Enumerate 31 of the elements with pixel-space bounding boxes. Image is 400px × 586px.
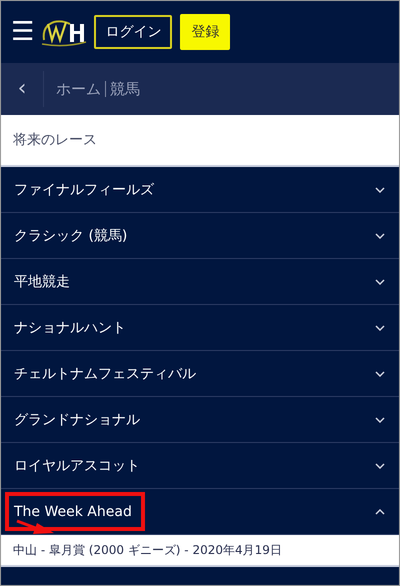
chevron-down-icon	[375, 278, 385, 284]
menu-icon[interactable]: ☰	[11, 19, 34, 45]
chevron-down-icon	[375, 324, 385, 330]
accordion-label: 平地競走	[14, 272, 70, 290]
chevron-down-icon	[375, 370, 385, 376]
accordion-row[interactable]: ファイナルフィールズ	[1, 167, 399, 213]
accordion-label: クラシック (競馬)	[14, 226, 128, 244]
accordion-row[interactable]: グランドナショナル	[1, 397, 399, 443]
accordion-row[interactable]: 平地競走	[1, 259, 399, 305]
accordion-label: The Week Ahead	[14, 504, 132, 520]
accordion-label: ナショナルハント	[14, 318, 126, 336]
section-title: 将来のレース	[13, 131, 97, 149]
login-button[interactable]: ログイン	[94, 15, 172, 49]
breadcrumb-link[interactable]: ホーム	[56, 80, 101, 98]
chevron-down-icon	[375, 416, 385, 422]
accordion-row[interactable]: ナショナルハント	[1, 305, 399, 351]
register-button[interactable]: 登録	[180, 14, 230, 50]
breadcrumb-link[interactable]: 競馬	[110, 80, 140, 98]
race-item[interactable]: 中山 - 皐月賞 (2000 ギニーズ) - 2020年4月19日	[1, 535, 399, 567]
chevron-down-icon	[375, 462, 385, 468]
accordion-label: ロイヤルアスコット	[14, 456, 140, 474]
accordion-label: グランドナショナル	[14, 410, 140, 428]
annotation-arrow	[15, 519, 55, 535]
accordion-label: チェルトナムフェスティバル	[14, 364, 196, 382]
accordion-row[interactable]: ロイヤルアスコット	[1, 443, 399, 489]
chevron-up-icon	[375, 508, 385, 514]
chevron-down-icon	[375, 232, 385, 238]
accordion-label: ファイナルフィールズ	[14, 180, 154, 198]
accordion-row[interactable]: クラシック (競馬)	[1, 213, 399, 259]
accordion-row[interactable]: チェルトナムフェスティバル	[1, 351, 399, 397]
chevron-down-icon	[375, 186, 385, 192]
